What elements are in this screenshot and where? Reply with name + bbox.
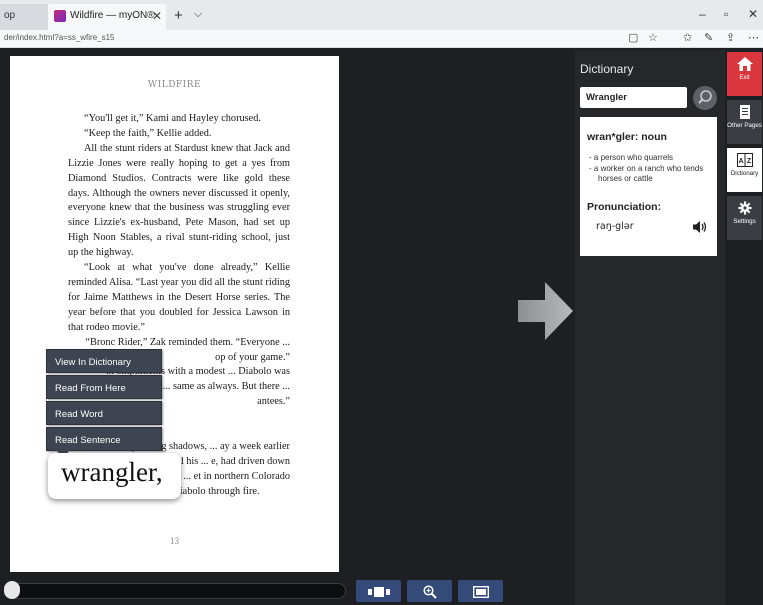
myon-favicon-icon (54, 10, 66, 22)
url-text[interactable]: der/index.html?a=ss_wfire_s15 (4, 33, 115, 42)
definition-list: - a person who quarrels - a worker on a … (589, 153, 714, 185)
fullscreen-button[interactable] (458, 580, 503, 602)
pages-icon (739, 105, 750, 119)
definition-item: - a worker on a ranch who tends horses o… (589, 163, 704, 184)
gear-icon (737, 201, 752, 215)
dictionary-search-input[interactable]: Wrangler (580, 87, 687, 108)
tool-label: Settings (733, 218, 756, 225)
menu-item-label: Read Sentence (55, 435, 121, 446)
reading-progress-slider[interactable] (4, 583, 346, 599)
page-view-button[interactable] (356, 580, 401, 602)
running-head: WILDFIRE (147, 80, 202, 90)
fullscreen-icon (472, 585, 489, 598)
dictionary-search-button[interactable] (693, 86, 717, 110)
menu-item-label: Read From Here (55, 383, 126, 394)
selected-word-popup[interactable]: wrangler, (48, 453, 181, 499)
speaker-audio-icon[interactable] (692, 220, 708, 234)
exit-button[interactable]: Exit (727, 52, 762, 96)
zoom-in-icon (422, 585, 437, 599)
favorite-star-icon[interactable]: ☆ (648, 31, 658, 44)
single-page-view-icon (367, 586, 390, 597)
other-pages-button[interactable]: Other Pages (727, 100, 762, 144)
progress-slider-handle[interactable] (4, 581, 20, 599)
minimize-icon[interactable]: – (699, 7, 706, 21)
menu-item-label: Read Word (55, 409, 103, 420)
view-in-dictionary-menu-item[interactable]: View In Dictionary (46, 349, 162, 373)
tab-list-chevron-icon[interactable]: ⌵ (194, 8, 202, 21)
menu-item-label: View In Dictionary (55, 357, 131, 368)
read-sentence-menu-item[interactable]: Read Sentence (46, 427, 162, 451)
tool-label: Other Pages (727, 122, 762, 129)
reading-view-icon[interactable]: ▢ (628, 31, 638, 44)
pen-notes-icon[interactable]: ✎ (704, 31, 713, 44)
next-page-arrow-icon[interactable] (518, 282, 573, 340)
close-window-icon[interactable]: ✕ (748, 7, 758, 21)
paragraph[interactable]: All the stunt riders at Stardust knew th… (68, 142, 290, 261)
browser-tab-previous[interactable]: op (0, 4, 48, 30)
page-number: 13 (170, 536, 179, 546)
close-tab-icon[interactable]: ✕ (152, 9, 162, 23)
read-from-here-menu-item[interactable]: Read From Here (46, 375, 162, 399)
dictionary-button[interactable]: AZ Dictionary (727, 148, 762, 192)
selected-word: wrangler, (61, 457, 163, 487)
paragraph[interactable]: “Look at what you've done already,” Kell… (68, 261, 290, 336)
pronunciation-label: Pronunciation: (587, 201, 662, 213)
paragraph[interactable]: “Keep the faith,” Kellie added. (68, 127, 290, 142)
restore-icon[interactable]: ▫ (724, 7, 728, 21)
dictionary-title: Dictionary (580, 62, 634, 76)
tab-label: op (4, 10, 16, 21)
new-tab-icon[interactable]: + (174, 7, 183, 24)
favorites-list-icon[interactable]: ✩ (683, 31, 692, 44)
tool-label: Exit (739, 74, 750, 81)
search-icon (698, 90, 712, 104)
svg-text:Z: Z (746, 158, 751, 165)
definition-item: - a person who quarrels (589, 153, 674, 162)
dictionary-icon: AZ (736, 153, 753, 167)
read-word-menu-item[interactable]: Read Word (46, 401, 162, 425)
paragraph[interactable]: “You'll get it,” Kami and Hayley choruse… (68, 112, 290, 127)
settings-button[interactable]: Settings (727, 196, 762, 240)
tool-label: Dictionary (730, 170, 759, 177)
home-icon (736, 57, 753, 71)
entry-headword: wran*gler: noun (587, 131, 667, 143)
zoom-button[interactable] (407, 580, 452, 602)
svg-text:A: A (738, 158, 743, 165)
tab-label: Wildfire — myON® (70, 10, 155, 21)
share-icon[interactable]: ⇪ (726, 31, 735, 44)
more-menu-icon[interactable]: ⋯ (748, 31, 759, 44)
pronunciation-text: raŋ-glər (596, 221, 634, 232)
